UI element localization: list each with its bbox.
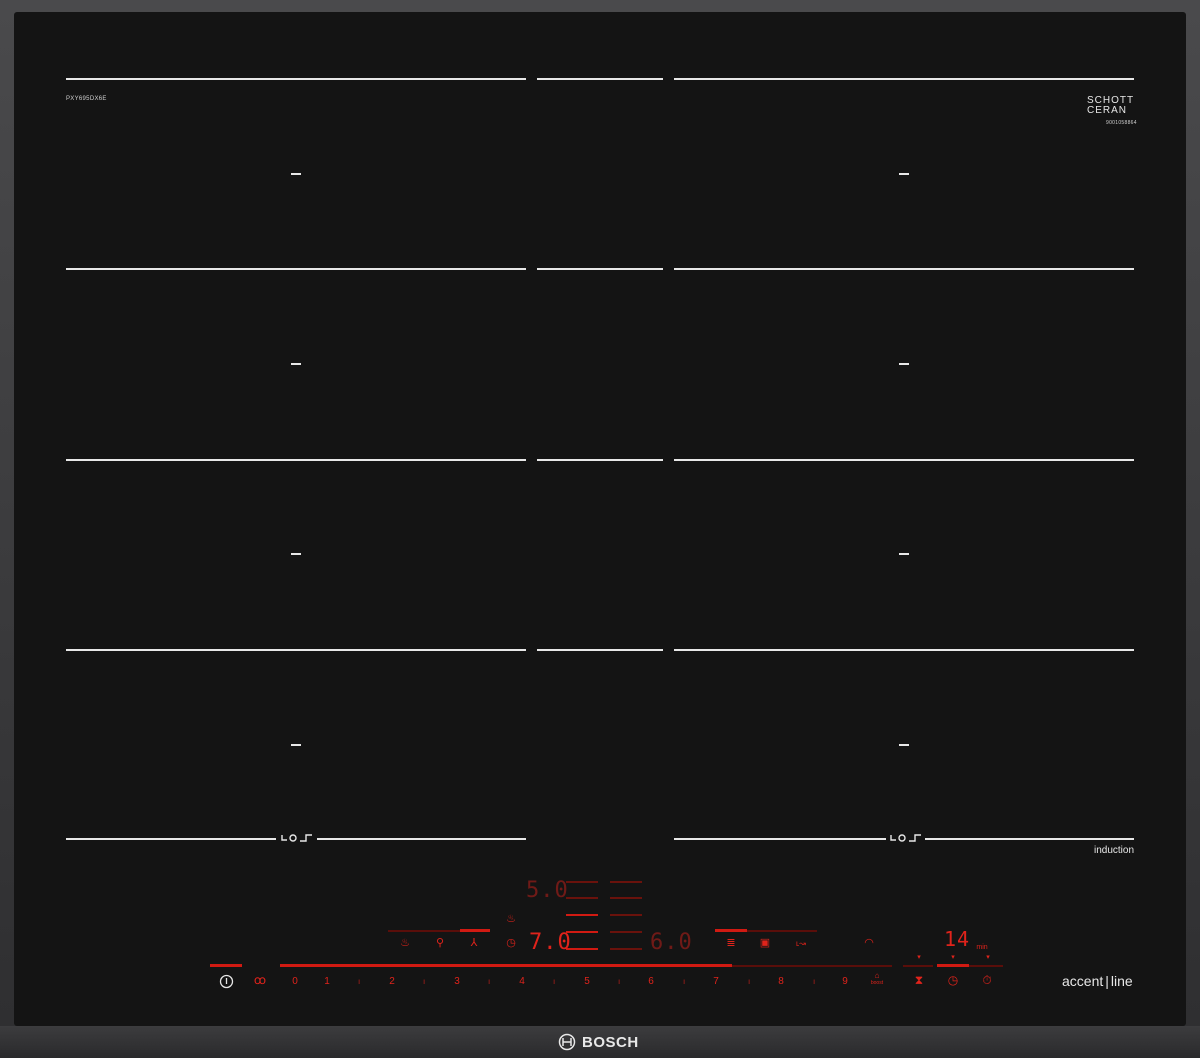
flex-zone-icon-right — [890, 834, 921, 842]
flex-zone-icon-left — [281, 834, 312, 842]
power-level-5[interactable]: 5 — [580, 976, 594, 987]
zone-timer-icon[interactable]: ◷ — [503, 938, 519, 949]
power-level-7[interactable]: 7 — [709, 976, 723, 987]
power-level-2[interactable]: 2 — [385, 976, 399, 987]
power-level-6[interactable]: 6 — [644, 976, 658, 987]
bosch-logo: BOSCH — [558, 1032, 639, 1052]
boost-icon: ⌂ — [874, 971, 880, 980]
pan-detect-icon[interactable]: ▣ — [757, 938, 773, 949]
timer-display: 14 — [944, 927, 971, 951]
move-function-icon[interactable]: ≣ — [723, 938, 739, 949]
power-level-4[interactable]: 4 — [515, 976, 529, 987]
power-slider-active — [210, 964, 242, 967]
hourglass-icon[interactable]: ⧗ — [912, 974, 926, 986]
cooking-sensor-icon[interactable]: ⚲ — [432, 938, 448, 949]
power-switch-icon[interactable] — [219, 974, 234, 989]
power-level-8[interactable]: 8 — [774, 976, 788, 987]
boost-label: boost — [870, 980, 884, 986]
hood-fan-icon[interactable]: ⅄ — [466, 938, 482, 949]
timer-clock-icon[interactable]: ◷ — [946, 974, 960, 986]
timer-up-arrow-icon[interactable]: ▾ — [913, 952, 925, 963]
flex-zone-mode-icon[interactable]: ʟ↝ — [790, 938, 812, 949]
frying-sensor-icon[interactable]: ♨ — [397, 938, 413, 949]
schott-logo: SCHOTT CERAN — [1087, 96, 1134, 116]
series-logo: accent | line — [1062, 973, 1133, 989]
bosch-armature-icon — [558, 1033, 576, 1051]
boost-button[interactable]: ⌂ boost — [866, 972, 888, 987]
main-right-display: 6.0 — [650, 930, 693, 955]
power-level-1[interactable]: 1 — [320, 976, 334, 987]
timer-select-arrow-icon[interactable]: ▾ — [982, 952, 994, 963]
serial-label: 9001058864 — [1106, 120, 1137, 126]
child-lock-icon[interactable]: ꝏ — [250, 974, 270, 986]
power-slider-fill — [280, 964, 732, 967]
model-label: PXY695DX6E — [66, 96, 107, 102]
induction-label: induction — [1094, 845, 1135, 856]
bosch-wordmark: BOSCH — [582, 1033, 639, 1051]
stopwatch-icon[interactable]: ⏱ — [980, 974, 994, 986]
wifi-icon[interactable]: ◠ — [861, 938, 877, 949]
series-logo-part2: line — [1110, 973, 1133, 989]
ceramic-glass-surface — [14, 12, 1186, 1026]
burner-select-icon[interactable]: ♨ — [503, 914, 519, 925]
timer-down-arrow-icon[interactable]: ▾ — [947, 952, 959, 963]
main-left-display: 7.0 — [529, 930, 572, 955]
series-logo-part1: accent — [1062, 973, 1104, 989]
schott-logo-line2: CERAN — [1087, 105, 1128, 116]
power-level-3[interactable]: 3 — [450, 976, 464, 987]
upper-left-display: 5.0 — [526, 878, 569, 903]
power-slider-track[interactable] — [732, 965, 892, 967]
power-level-0[interactable]: 0 — [288, 976, 302, 987]
power-level-9[interactable]: 9 — [838, 976, 852, 987]
